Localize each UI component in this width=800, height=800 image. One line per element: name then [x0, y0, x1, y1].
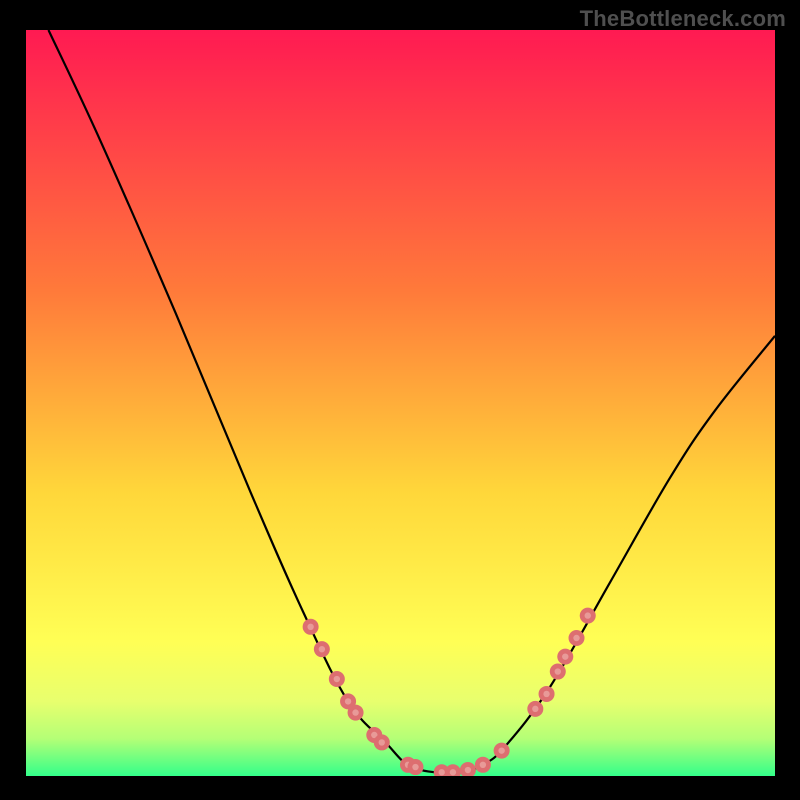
- marker-inner: [379, 739, 385, 745]
- marker-point: [527, 701, 543, 717]
- marker-point: [550, 664, 566, 680]
- marker-point: [348, 705, 364, 721]
- marker-inner: [345, 698, 351, 704]
- marker-inner: [465, 767, 471, 773]
- marker-inner: [498, 747, 504, 753]
- marker-inner: [555, 668, 561, 674]
- marker-point: [580, 608, 596, 624]
- marker-inner: [573, 635, 579, 641]
- marker-inner: [562, 653, 568, 659]
- chart-frame: TheBottleneck.com: [0, 0, 800, 800]
- marker-inner: [480, 762, 486, 768]
- marker-inner: [307, 624, 313, 630]
- marker-inner: [352, 709, 358, 715]
- marker-point: [569, 630, 585, 646]
- marker-inner: [412, 764, 418, 770]
- chart-svg: [26, 30, 775, 776]
- marker-inner: [543, 691, 549, 697]
- gradient-background: [26, 30, 775, 776]
- marker-inner: [532, 706, 538, 712]
- marker-inner: [585, 612, 591, 618]
- plot-area: [26, 30, 775, 776]
- marker-point: [303, 619, 319, 635]
- marker-point: [407, 759, 423, 775]
- marker-inner: [450, 769, 456, 775]
- marker-point: [494, 743, 510, 759]
- marker-point: [314, 641, 330, 657]
- marker-point: [475, 757, 491, 773]
- attribution-text: TheBottleneck.com: [580, 6, 786, 32]
- marker-inner: [334, 676, 340, 682]
- marker-point: [557, 649, 573, 665]
- marker-inner: [319, 646, 325, 652]
- marker-inner: [439, 769, 445, 775]
- marker-point: [374, 734, 390, 750]
- marker-point: [539, 686, 555, 702]
- marker-point: [329, 671, 345, 687]
